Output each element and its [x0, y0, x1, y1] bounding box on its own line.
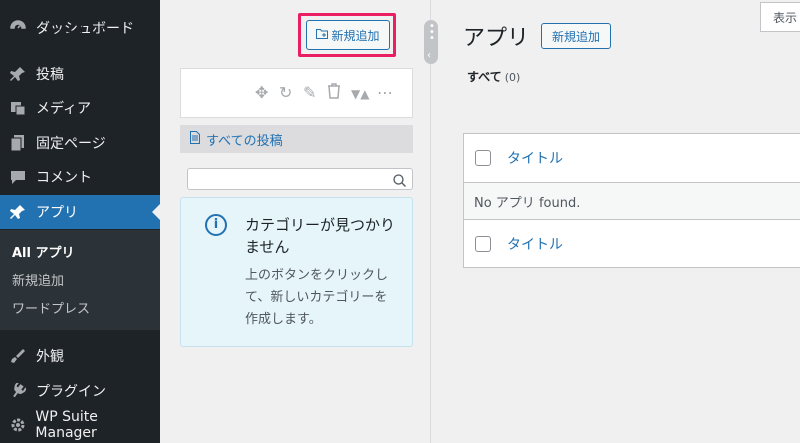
submenu-all-apps[interactable]: All アプリ [12, 242, 75, 261]
apps-page-title: アプリ [463, 26, 530, 51]
category-panel-title: カテゴリー [20, 26, 131, 51]
status-filter[interactable]: すべて (0) [467, 68, 520, 85]
comment-icon [8, 167, 28, 187]
panel-resize-handle[interactable]: • • • ‹ [424, 20, 438, 64]
screen-options-button[interactable]: 表示 [760, 2, 800, 32]
table-footer-row: タイトル [464, 220, 800, 268]
sort-icon[interactable]: ▼▲ [351, 87, 369, 101]
submenu-wordpress[interactable]: ワードプレス [12, 298, 90, 317]
apps-list-table: タイトル No アプリ found. タイトル [463, 133, 800, 268]
notice-body: 上のボタンをクリックして、新しいカテゴリーを作成します。 [245, 268, 389, 327]
menu-pages[interactable]: 固定ページ [0, 126, 160, 160]
admin-sidebar: ダッシュボード 投稿 メディア 固定ページ コメント アプリ All アプリ 新… [0, 0, 160, 443]
filter-count: (0) [504, 71, 521, 84]
info-icon: i [205, 214, 227, 236]
menu-label: メディア [36, 101, 92, 117]
menu-plugins[interactable]: プラグイン [0, 374, 160, 408]
edit-icon[interactable]: ✎ [303, 83, 316, 102]
apps-submenu: All アプリ 新規追加 ワードプレス [0, 230, 160, 330]
category-toolbar: ✥ ↻ ✎ ▼▲ ⋯ [180, 68, 413, 118]
menu-label: アプリ [36, 205, 78, 221]
all-posts-label: すべての投稿 [206, 133, 283, 149]
pages-icon [8, 133, 28, 153]
panel-divider [430, 0, 431, 443]
move-icon[interactable]: ✥ [255, 83, 268, 102]
media-icon [8, 98, 28, 118]
category-add-new-button[interactable]: 新規追加 [306, 20, 390, 50]
menu-appearance[interactable]: 外観 [0, 339, 160, 373]
trash-icon[interactable] [327, 83, 341, 103]
gear-icon [8, 415, 27, 435]
menu-label: 固定ページ [36, 136, 106, 152]
menu-media[interactable]: メディア [0, 91, 160, 125]
menu-wp-suite-manager[interactable]: WP Suite Manager [0, 408, 160, 442]
category-search-input[interactable] [187, 168, 413, 190]
menu-label: 投稿 [36, 67, 64, 83]
plugin-icon [8, 381, 28, 401]
submenu-add-new[interactable]: 新規追加 [12, 270, 64, 289]
select-all-checkbox[interactable] [475, 150, 491, 166]
menu-posts[interactable]: 投稿 [0, 57, 160, 91]
button-label: 新規追加 [331, 28, 380, 43]
select-all-checkbox-footer[interactable] [475, 236, 491, 252]
pin-icon [8, 64, 28, 84]
menu-label: コメント [36, 170, 92, 186]
all-posts-item[interactable]: すべての投稿 [180, 125, 413, 153]
empty-row: No アプリ found. [464, 182, 800, 220]
filter-all-label[interactable]: すべて [467, 70, 502, 84]
menu-label: WP Suite Manager [35, 409, 98, 441]
refresh-icon[interactable]: ↻ [279, 83, 292, 102]
appearance-icon [8, 346, 28, 366]
chevron-left-icon: ‹ [427, 50, 431, 61]
folder-add-icon [316, 28, 329, 42]
document-icon [190, 130, 200, 148]
empty-message: No アプリ found. [474, 195, 581, 211]
search-icon [393, 172, 406, 191]
column-title-header[interactable]: タイトル [507, 148, 563, 168]
drag-dots-icon: • • • [429, 21, 435, 44]
menu-label: プラグイン [36, 384, 106, 400]
menu-apps[interactable]: アプリ [0, 195, 160, 229]
more-icon[interactable]: ⋯ [377, 83, 393, 102]
menu-label: 外観 [36, 349, 64, 365]
pin-icon [8, 202, 28, 222]
notice-title: カテゴリーが見つかりません [245, 216, 396, 256]
apps-add-new-button[interactable]: 新規追加 [541, 23, 611, 49]
column-title-footer[interactable]: タイトル [507, 234, 563, 254]
menu-comments[interactable]: コメント [0, 160, 160, 194]
table-header-row: タイトル [464, 134, 800, 182]
empty-category-notice: i カテゴリーが見つかりません 上のボタンをクリックして、新しいカテゴリーを作成… [180, 197, 413, 347]
